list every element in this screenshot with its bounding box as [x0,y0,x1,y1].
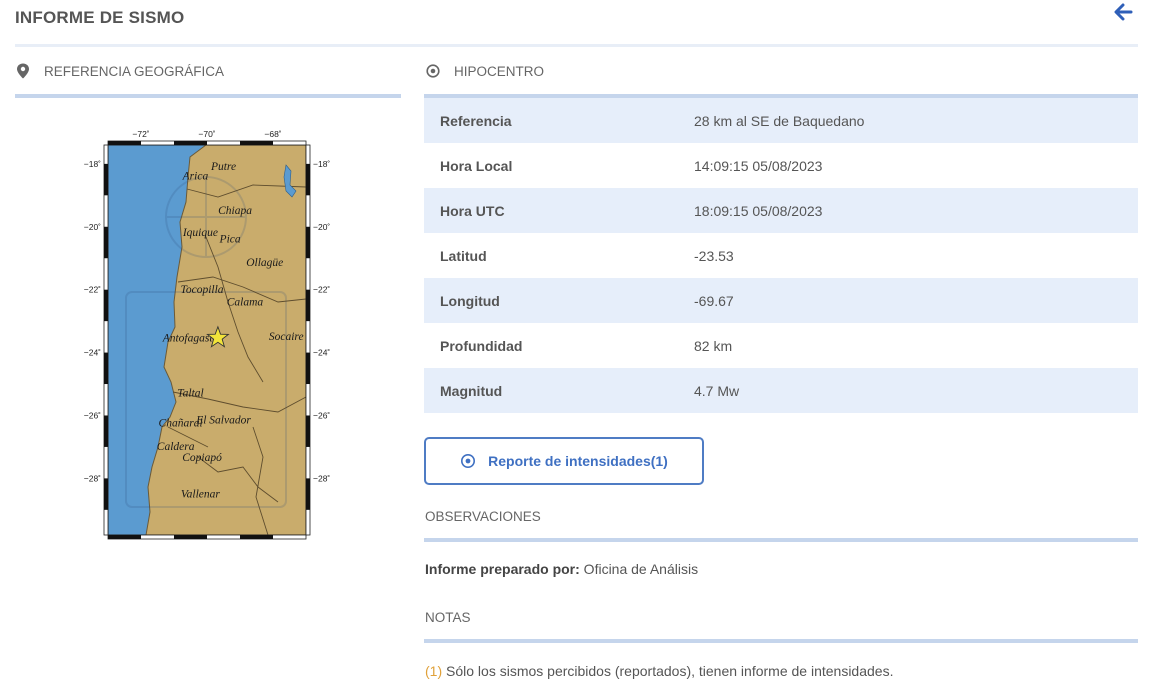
map-lat-tick-label: −20˚ [313,222,330,232]
map-lat-tick-label: −28˚ [313,473,330,483]
map-lat-tick-label: −24˚ [313,348,330,358]
map-lon-tick-label: −72˚ [132,129,149,139]
row-label: Hora Local [440,157,513,174]
intensity-report-button[interactable]: Reporte de intensidades(1) [424,437,704,485]
page-title: INFORME DE SISMO [15,8,185,27]
map-place-label: Vallenar [181,488,220,500]
target-icon [461,454,476,468]
row-label: Latitud [440,247,487,264]
map-lat-tick-label: −26˚ [313,410,330,420]
map-place-label: Socaire [269,331,304,343]
map-place-label: El Salvador [195,414,251,426]
map-place-label: Taltal [177,388,203,400]
table-row: Magnitud 4.7 Mw [424,368,1138,413]
row-label: Longitud [440,292,500,309]
map-lon-tick-label: −70˚ [198,129,215,139]
epicenter-map: Arica Putre Chiapa Iquique Pica Ollagüe Tocopi… [78,127,338,551]
map-lon-tick-label: −68˚ [264,541,281,542]
map-lat-tick-label: −24˚ [84,348,101,358]
row-value: -23.53 [694,247,734,264]
row-value: 4.7 Mw [694,382,740,399]
geo-section-header: REFERENCIA GEOGRÁFICA [16,63,224,79]
map-lat-tick-label: −18˚ [84,159,101,169]
row-label: Profundidad [440,337,523,354]
row-value: 18:09:15 05/08/2023 [694,202,823,219]
row-value: 14:09:15 05/08/2023 [694,157,823,174]
hypocenter-section-header: HIPOCENTRO [426,63,544,79]
arrow-left-icon[interactable] [1114,3,1134,21]
table-row: Profundidad 82 km [424,323,1138,368]
map-lat-tick-label: −26˚ [84,410,101,420]
title-divider [15,44,1138,47]
row-label: Magnitud [440,382,503,399]
map-place-label: Ollagüe [246,257,283,269]
row-label: Hora UTC [440,202,505,219]
map-place-label: Pica [219,234,241,246]
hypocenter-table: Referencia 28 km al SE de Baquedano Hora … [424,98,1138,413]
hypocenter-heading: HIPOCENTRO [454,63,545,79]
observations-heading: OBSERVACIONES [425,509,541,524]
geo-divider [15,94,401,98]
map-pin-icon [17,63,29,79]
map-lat-tick-label: −22˚ [84,285,101,295]
table-row: Longitud -69.67 [424,278,1138,323]
map-place-label: Tocopilla [181,284,224,296]
row-value: -69.67 [694,292,734,309]
map-lon-tick-label: −70˚ [198,541,215,542]
note-number: (1) [425,663,443,679]
map-place-label: Iquique [182,227,218,239]
notes-heading: NOTAS [425,610,471,625]
map-lat-tick-label: −18˚ [313,159,330,169]
map-lat-tick-label: −28˚ [84,473,101,483]
map-place-label: Arica [182,171,209,183]
intensity-report-label: Reporte de intensidades(1) [488,453,668,469]
map-lat-tick-label: −22˚ [313,285,330,295]
geo-heading: REFERENCIA GEOGRÁFICA [44,63,225,79]
table-row: Referencia 28 km al SE de Baquedano [424,98,1138,143]
map-lon-tick-label: −68˚ [264,129,281,139]
map-lat-tick-label: −20˚ [84,222,101,232]
table-row: Latitud -23.53 [424,233,1138,278]
row-value: 28 km al SE de Baquedano [694,112,865,129]
note-body: Sólo los sismos percibidos (reportados),… [442,663,894,679]
observations-divider [424,538,1138,542]
map-lon-tick-label: −72˚ [132,541,149,542]
prepared-by-label: Informe preparado por: [425,561,580,577]
row-value: 82 km [694,337,733,354]
target-icon [426,64,440,78]
table-row: Hora UTC 18:09:15 05/08/2023 [424,188,1138,233]
map-place-label: Copiapó [182,452,222,464]
prepared-by: Informe preparado por: Oficina de Anális… [425,561,698,577]
map-svg: AricaPutre ChiapaIquiquePica Ollagüe Tocopi… [84,129,331,551]
map-place-label: Calama [227,296,264,308]
prepared-by-value: Oficina de Análisis [579,561,699,577]
row-label: Referencia [440,112,512,129]
notes-divider [424,639,1138,643]
map-place-label: Putre [210,161,236,173]
note-text: (1) Sólo los sismos percibidos (reportad… [425,663,893,679]
table-row: Hora Local 14:09:15 05/08/2023 [424,143,1138,188]
map-place-label: Chiapa [218,205,252,217]
